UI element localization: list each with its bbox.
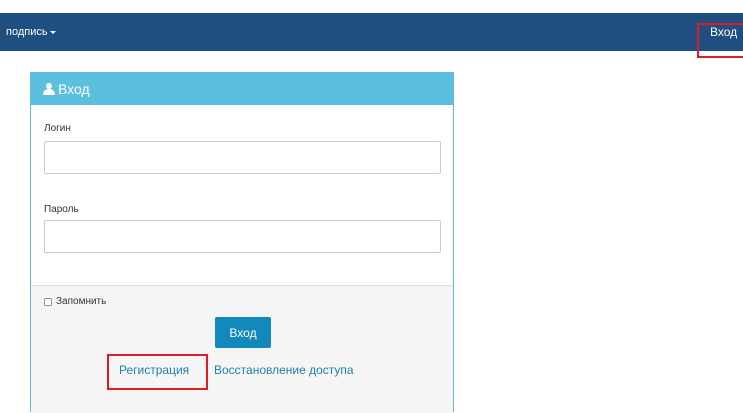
login-input[interactable] xyxy=(44,141,441,174)
remember-checkbox[interactable] xyxy=(44,297,52,306)
user-icon xyxy=(43,83,55,95)
login-submit-button[interactable]: Вход xyxy=(215,317,271,348)
login-panel-body: Логин Пароль xyxy=(31,105,453,285)
remember-me[interactable]: Запомнить xyxy=(44,296,106,307)
top-navbar: подпись Вход xyxy=(0,13,743,51)
caret-down-icon xyxy=(49,30,56,34)
navbar-login-link[interactable]: Вход xyxy=(698,13,743,51)
login-field-label: Логин xyxy=(44,123,71,134)
login-panel-title: Вход xyxy=(58,81,90,97)
register-link[interactable]: Регистрация xyxy=(119,363,189,377)
remember-label: Запомнить xyxy=(56,296,107,307)
login-panel: Вход Логин Пароль Запомнить Вход Регистр… xyxy=(30,72,454,413)
login-panel-heading: Вход xyxy=(31,73,453,105)
password-field-label: Пароль xyxy=(44,204,79,215)
login-panel-footer: Запомнить Вход Регистрация Восстановлени… xyxy=(31,285,453,413)
signature-dropdown-label: подпись xyxy=(6,26,48,38)
signature-dropdown[interactable]: подпись xyxy=(6,13,56,51)
recover-access-link[interactable]: Восстановление доступа xyxy=(214,363,354,377)
password-input[interactable] xyxy=(44,220,441,253)
